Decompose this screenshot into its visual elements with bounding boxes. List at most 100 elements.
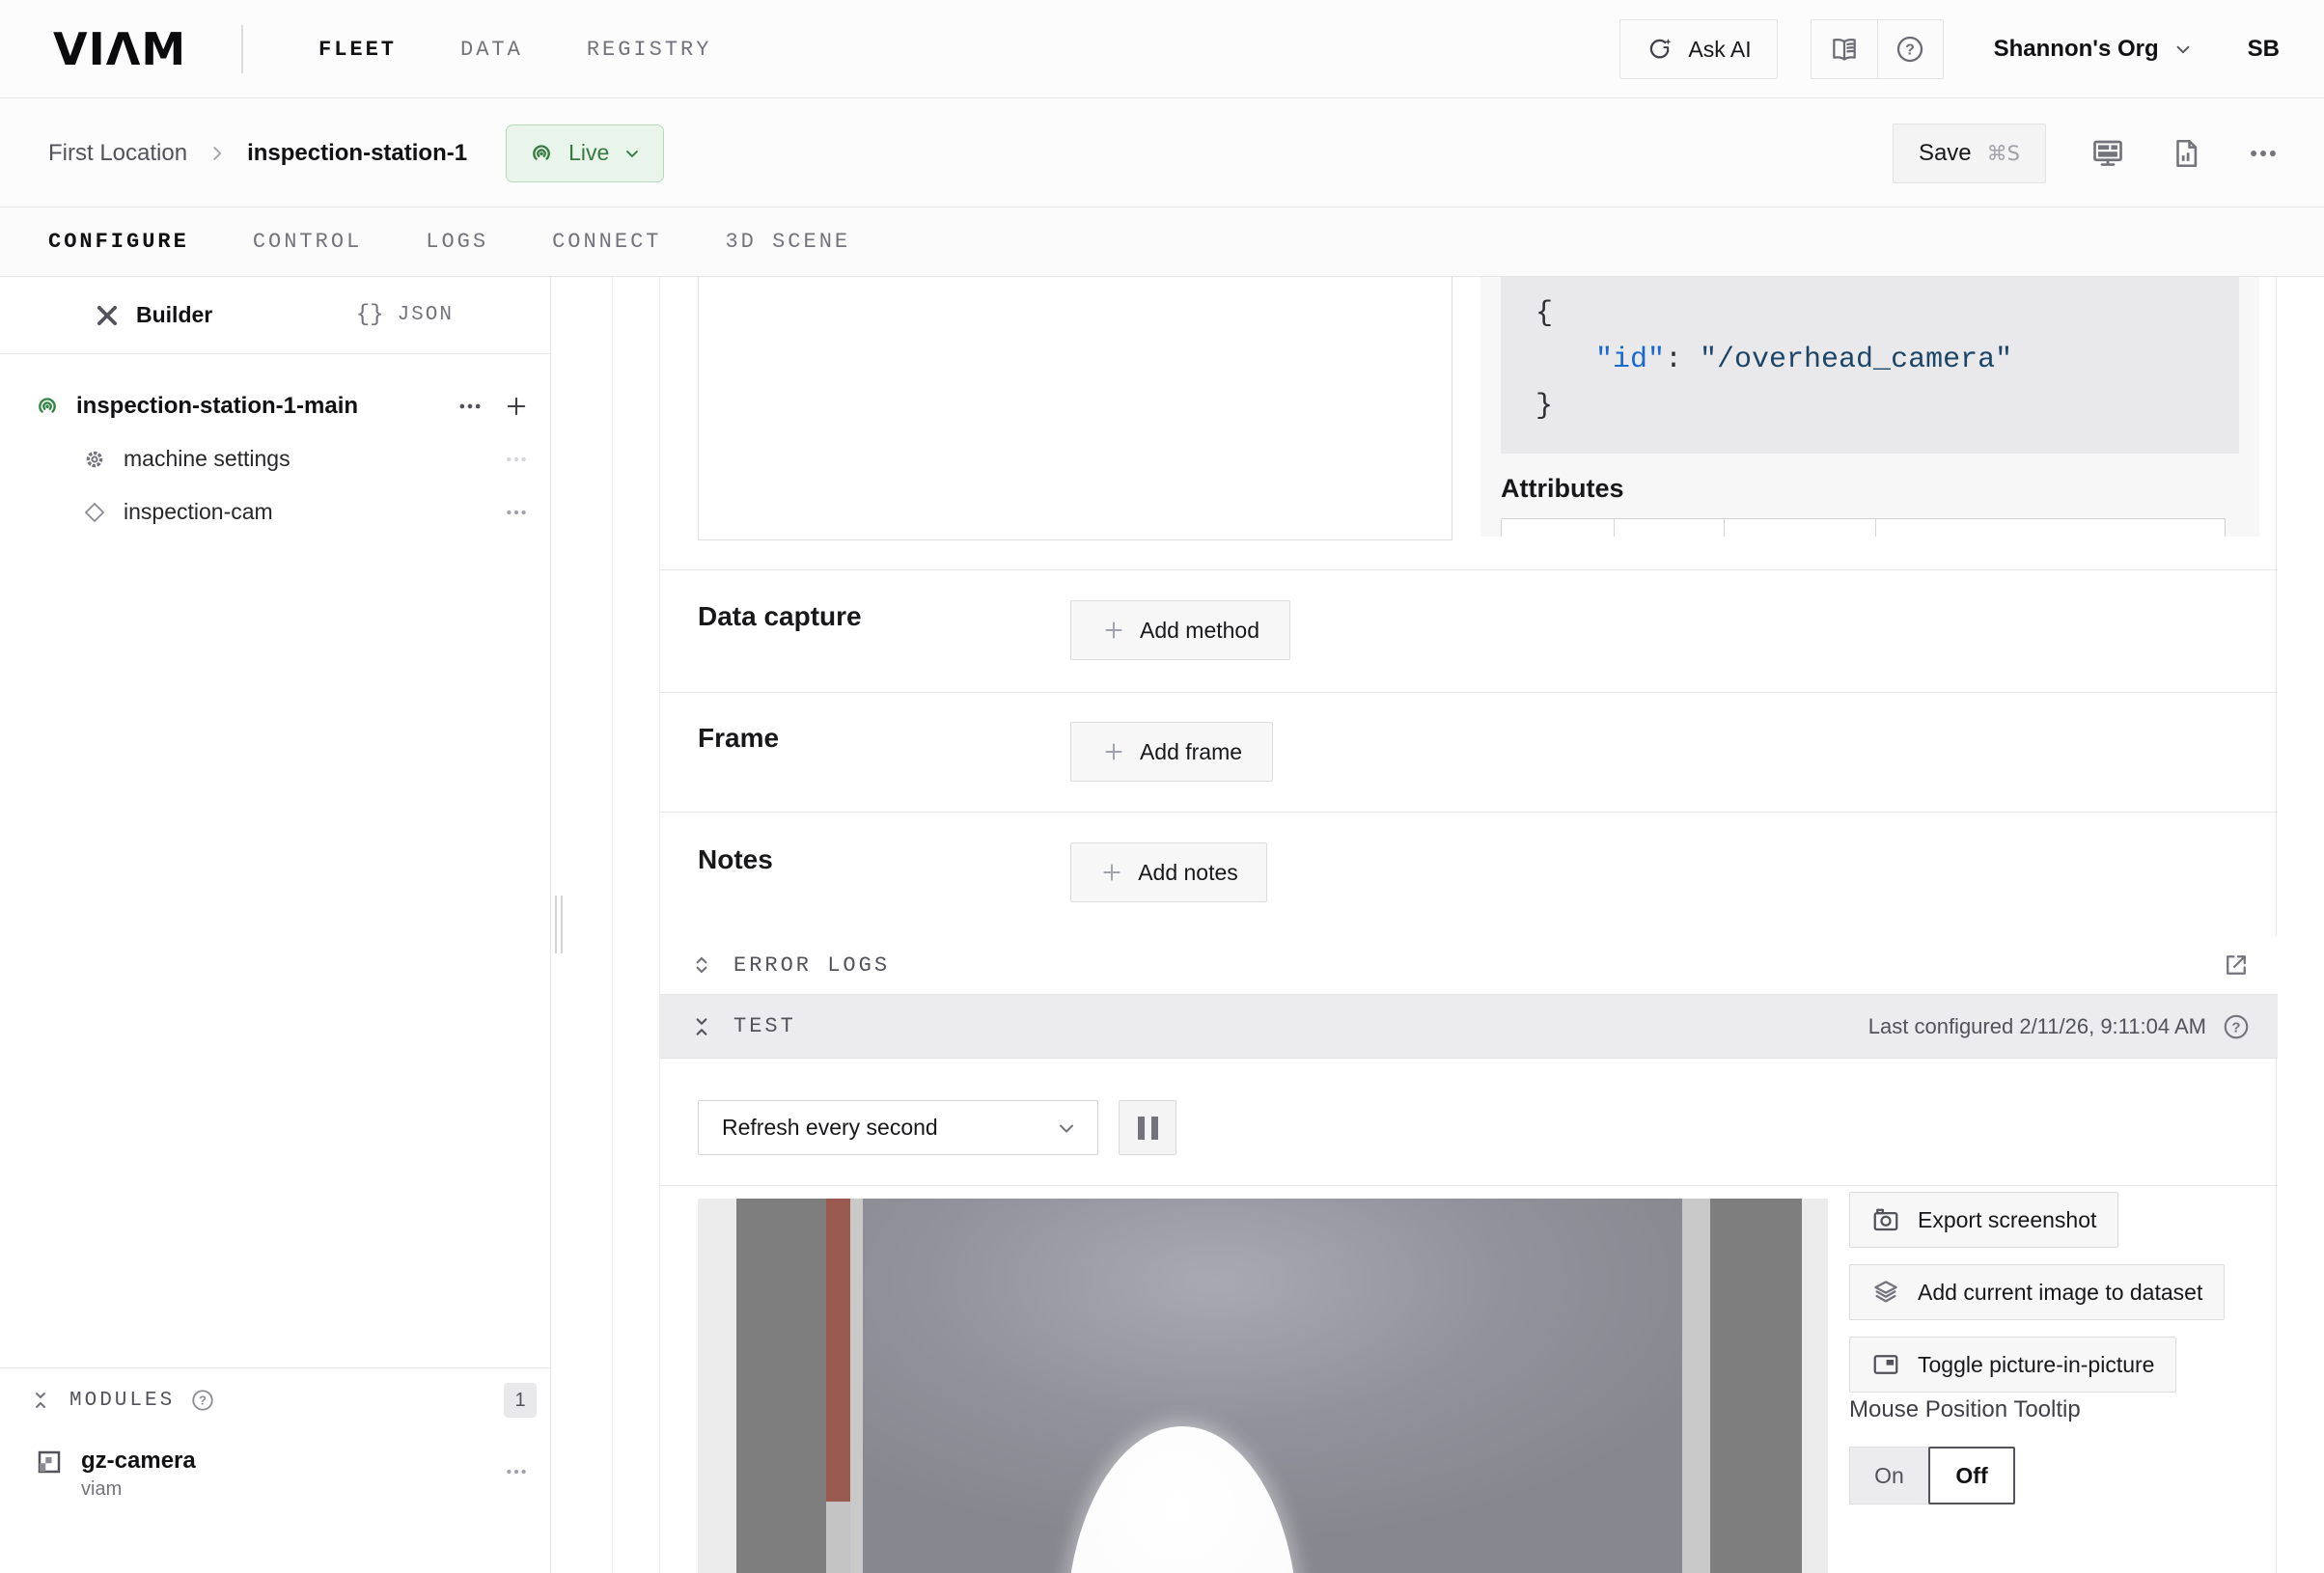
- error-logs-row[interactable]: ERROR LOGS: [660, 936, 2278, 995]
- broadcast-icon: [34, 393, 61, 420]
- sidebar-resize-handle[interactable]: [555, 896, 563, 953]
- toggle-pip-button[interactable]: Toggle picture-in-picture: [1849, 1337, 2176, 1393]
- code-key: "id": [1595, 344, 1665, 376]
- add-frame-button[interactable]: Add frame: [1070, 722, 1273, 782]
- ask-ai-icon: [1646, 35, 1674, 64]
- component-editor-panel[interactable]: [698, 277, 1452, 540]
- nav-divider: [241, 25, 243, 73]
- docs-button[interactable]: [1812, 20, 1877, 78]
- help-icon: ?: [1895, 34, 1925, 65]
- topnav-right: Ask AI ?: [1619, 0, 2280, 98]
- modules-header[interactable]: MODULES ? 1: [0, 1368, 550, 1432]
- config-detail-panel: { "id": "/overhead_camera" } Attributes …: [659, 277, 2277, 1573]
- breadcrumb-machine-name: inspection-station-1: [247, 140, 467, 167]
- open-external-icon[interactable]: [2222, 951, 2251, 980]
- breadcrumb-location[interactable]: First Location: [48, 140, 187, 167]
- data-capture-label: Data capture: [698, 601, 862, 632]
- plus-icon: [1099, 860, 1124, 885]
- svg-text:?: ?: [1905, 42, 1915, 59]
- builder-json-toggle: Builder {} JSON: [0, 277, 550, 354]
- nav-item-registry[interactable]: REGISTRY: [587, 38, 712, 62]
- chevron-down-icon: [2172, 39, 2194, 60]
- machine-header-row: First Location inspection-station-1 Live: [0, 98, 2324, 207]
- plus-icon: [1101, 739, 1126, 764]
- collapse-icon: [29, 1389, 52, 1412]
- sidebar-item-machine-settings[interactable]: machine settings: [0, 432, 550, 485]
- help-button[interactable]: ?: [1877, 20, 1943, 78]
- save-shortcut: ⌘S: [1987, 142, 2020, 165]
- inspection-cam-more-icon[interactable]: [500, 496, 533, 529]
- org-name: Shannon's Org: [1994, 36, 2159, 63]
- tab-3d-scene[interactable]: 3D SCENE: [725, 230, 850, 254]
- attributes-table[interactable]: [1501, 518, 2226, 537]
- mouse-tooltip-label: Mouse Position Tooltip: [1849, 1396, 2081, 1423]
- add-method-button[interactable]: Add method: [1070, 600, 1290, 660]
- module-more-icon[interactable]: [500, 1455, 533, 1488]
- camera-stream-image: [698, 1199, 1828, 1573]
- viam-logo[interactable]: VIΛM: [53, 0, 186, 98]
- add-notes-label: Add notes: [1138, 860, 1238, 886]
- machine-settings-label: machine settings: [124, 446, 500, 472]
- module-text: gz-camera viam: [81, 1448, 500, 1501]
- modules-section: MODULES ? 1 gz-camera: [0, 1367, 550, 1501]
- save-button[interactable]: Save ⌘S: [1893, 124, 2046, 183]
- add-to-dataset-button[interactable]: Add current image to dataset: [1849, 1264, 2225, 1320]
- machine-report-icon[interactable]: [2170, 137, 2202, 170]
- help-icon-group: ?: [1811, 19, 1944, 79]
- frame-label: Frame: [698, 723, 779, 754]
- add-notes-button[interactable]: Add notes: [1070, 842, 1267, 902]
- user-avatar[interactable]: SB: [2248, 36, 2280, 63]
- json-code: { "id": "/overhead_camera" }: [1536, 290, 2012, 429]
- refresh-rate-value: Refresh every second: [722, 1115, 1055, 1141]
- tab-configure[interactable]: CONFIGURE: [48, 230, 189, 254]
- module-name: gz-camera: [81, 1448, 500, 1475]
- json-label: JSON: [398, 304, 454, 326]
- add-method-label: Add method: [1140, 618, 1259, 644]
- table-column-divider: [1614, 519, 1615, 537]
- pause-refresh-button[interactable]: [1119, 1100, 1176, 1155]
- builder-mode-button[interactable]: Builder: [94, 302, 212, 329]
- machine-monitor-icon[interactable]: [2090, 136, 2125, 171]
- tab-logs[interactable]: LOGS: [426, 230, 488, 254]
- chevron-down-icon: [622, 144, 642, 163]
- test-section-header[interactable]: TEST Last configured 2/11/26, 9:11:04 AM…: [660, 995, 2278, 1059]
- module-icon: [35, 1448, 64, 1476]
- tree-root-machine-part[interactable]: inspection-station-1-main: [0, 379, 550, 432]
- modules-help-icon[interactable]: ?: [190, 1388, 215, 1413]
- tab-control[interactable]: CONTROL: [253, 230, 362, 254]
- tab-connect[interactable]: CONNECT: [552, 230, 661, 254]
- nav-item-fleet[interactable]: FLEET: [318, 38, 397, 62]
- viam-configure-page: VIΛM FLEET DATA REGISTRY Ask AI: [0, 0, 2324, 1573]
- add-to-dataset-label: Add current image to dataset: [1918, 1280, 2202, 1306]
- save-label: Save: [1919, 140, 1972, 167]
- refresh-rate-select[interactable]: Refresh every second: [698, 1100, 1098, 1155]
- module-item-gz-camera[interactable]: gz-camera viam: [0, 1432, 550, 1501]
- tooltip-on-button[interactable]: On: [1849, 1447, 1928, 1504]
- chevron-down-icon: [1055, 1117, 1078, 1140]
- section-divider: [660, 812, 2278, 813]
- ask-ai-button[interactable]: Ask AI: [1619, 19, 1777, 79]
- nav-item-data[interactable]: DATA: [460, 38, 523, 62]
- ask-ai-label: Ask AI: [1688, 37, 1751, 63]
- json-mode-button[interactable]: {} JSON: [356, 302, 454, 328]
- more-options-icon[interactable]: [2247, 137, 2280, 170]
- live-broadcast-icon: [528, 140, 555, 167]
- export-screenshot-button[interactable]: Export screenshot: [1849, 1192, 2118, 1248]
- gear-icon: [83, 448, 106, 471]
- table-column-divider: [1875, 519, 1876, 537]
- json-code-block[interactable]: { "id": "/overhead_camera" }: [1501, 277, 2239, 454]
- attributes-title: Attributes: [1501, 474, 1624, 504]
- test-help-icon[interactable]: ?: [2222, 1012, 2251, 1041]
- org-switcher[interactable]: Shannon's Org: [1994, 36, 2194, 63]
- add-component-button[interactable]: [500, 390, 533, 423]
- root-more-options-icon[interactable]: [454, 390, 486, 423]
- expand-icon[interactable]: [689, 952, 714, 978]
- live-status-badge[interactable]: Live: [506, 124, 664, 182]
- machine-header-actions: Save ⌘S: [1893, 98, 2280, 207]
- sidebar-item-inspection-cam[interactable]: inspection-cam: [0, 485, 550, 538]
- machine-settings-more-icon[interactable]: [500, 443, 533, 476]
- component-code-panel: { "id": "/overhead_camera" } Attributes: [1480, 277, 2259, 537]
- tooltip-off-button[interactable]: Off: [1928, 1447, 2015, 1504]
- collapse-icon[interactable]: [689, 1014, 714, 1039]
- export-screenshot-label: Export screenshot: [1918, 1207, 2096, 1233]
